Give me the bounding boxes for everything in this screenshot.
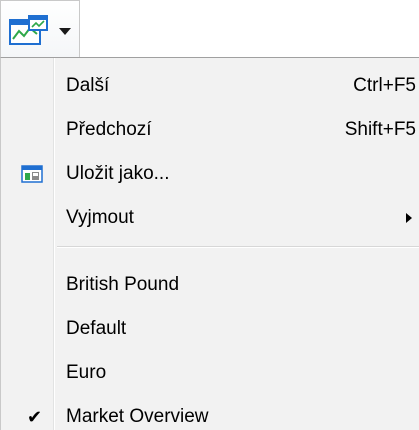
menu-item-shortcut: Ctrl+F5 [353, 75, 416, 96]
menu-item-label: Euro [66, 362, 107, 383]
menu-item-template-euro[interactable]: Euro [1, 351, 419, 395]
checkmark-icon: ✔ [27, 407, 43, 427]
templates-dropdown-button[interactable] [0, 0, 80, 58]
save-as-icon [21, 165, 43, 183]
menu-item-next[interactable]: Další Ctrl+F5 [1, 64, 419, 108]
menu-item-shortcut: Shift+F5 [344, 119, 416, 140]
menu-item-label: Vyjmout [66, 207, 134, 228]
menu-item-label: Default [66, 318, 127, 339]
menu-item-save-as[interactable]: Uložit jako... [1, 152, 419, 196]
menu-item-template-british-pound[interactable]: British Pound [1, 263, 419, 307]
chart-window-icon [9, 15, 48, 45]
menu-item-label: Předchozí [66, 119, 152, 140]
menu-item-label: Další [66, 75, 110, 96]
menu-item-previous[interactable]: Předchozí Shift+F5 [1, 108, 419, 152]
screen: Další Ctrl+F5 Předchozí Shift+F5 Uložit … [0, 0, 419, 430]
menu-item-template-default[interactable]: Default [1, 307, 419, 351]
menu-item-template-market-overview[interactable]: ✔ Market Overview [1, 395, 419, 430]
dropdown-arrow-icon[interactable] [59, 28, 71, 35]
menu-item-label: Uložit jako... [66, 163, 170, 184]
menu-item-cut[interactable]: Vyjmout [1, 196, 419, 240]
submenu-arrow-icon [406, 213, 412, 223]
menu-separator [57, 246, 419, 248]
menu-item-label: British Pound [66, 274, 180, 295]
menu-item-label: Market Overview [66, 406, 209, 427]
templates-menu: Další Ctrl+F5 Předchozí Shift+F5 Uložit … [0, 57, 419, 430]
